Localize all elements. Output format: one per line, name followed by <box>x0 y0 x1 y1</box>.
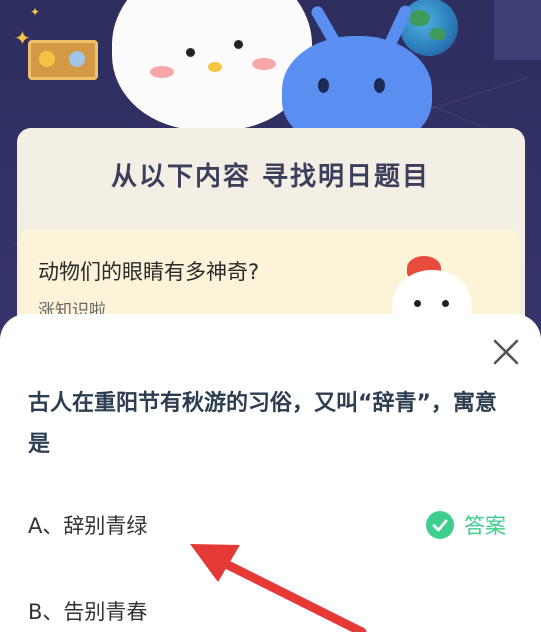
check-icon <box>426 511 454 539</box>
award-board <box>28 40 98 80</box>
option-b[interactable]: B、告别青春 <box>28 596 147 626</box>
white-mascot <box>112 0 312 130</box>
answer-tag[interactable]: 答案 <box>426 510 506 540</box>
medal-icon <box>69 51 85 67</box>
close-button[interactable] <box>490 336 522 368</box>
card-title: 从以下内容 寻找明日题目 <box>110 162 431 192</box>
close-icon <box>493 339 519 365</box>
question-text: 古人在重阳节有秋游的习俗，又叫“辞青”，寓意是 <box>28 391 497 457</box>
answer-label: 答案 <box>464 514 506 538</box>
quiz-card-title: 动物们的眼睛有多神奇? <box>38 260 260 284</box>
decor-panel <box>494 0 541 60</box>
question-sheet <box>0 314 541 632</box>
option-a[interactable]: A、辞别青绿 <box>28 510 147 540</box>
sparkle-icon: ✦ <box>30 5 41 19</box>
medal-icon <box>39 51 55 67</box>
